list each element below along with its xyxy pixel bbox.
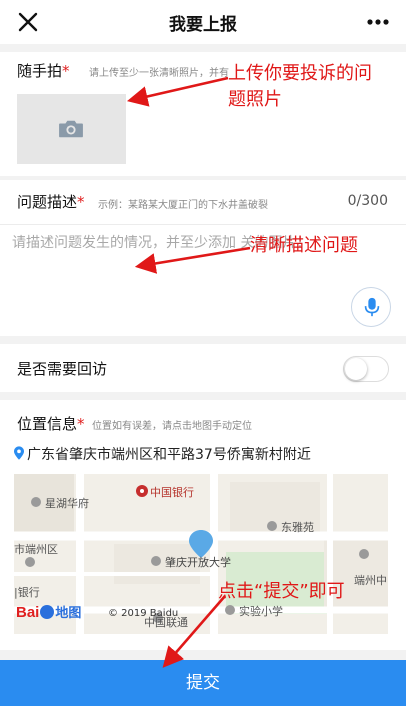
map-label-shiyan: 实验小学: [239, 605, 283, 618]
description-section: 问题描述* 示例：某路某大厦正门的下水井盖破裂: [0, 180, 406, 336]
address-line[interactable]: 广东省肇庆市端州区和平路37号侨寓新村附近: [14, 444, 311, 464]
location-pin-icon: [14, 446, 24, 460]
map-label-xinghu: 星湖华府: [45, 497, 89, 510]
photo-hint: 请上传至少一张清晰照片，并有: [89, 68, 229, 79]
location-hint: 位置如有误差，请点击地图手动定位: [92, 421, 252, 432]
baidu-logo: Bai 地图: [16, 604, 82, 621]
submit-button[interactable]: 提交: [0, 660, 406, 706]
photo-upload-button[interactable]: [17, 94, 126, 164]
address-text: 广东省肇庆市端州区和平路37号侨寓新村附近: [27, 447, 311, 463]
top-bar: 我要上报: [0, 0, 406, 44]
annotation-description: 清晰描述问题: [250, 235, 358, 256]
toggle-knob: [345, 358, 367, 380]
annotation-photo: 上传你要投诉的问: [228, 63, 372, 84]
photo-label: 随手拍*: [17, 62, 70, 80]
page-title: 我要上报: [169, 15, 237, 35]
map-label-dongya: 东雅苑: [281, 521, 314, 534]
more-icon[interactable]: [364, 8, 392, 36]
description-example: 示例：某路某大厦正门的下水井盖破裂: [98, 200, 268, 211]
voice-input-button[interactable]: [351, 287, 391, 327]
divider: [0, 224, 406, 225]
callback-label: 是否需要回访: [17, 360, 108, 378]
description-label: 问题描述*: [17, 193, 85, 211]
map-copyright: © 2019 Baidu: [108, 608, 179, 619]
microphone-icon: [364, 297, 380, 317]
map-label-bank: |银行: [14, 586, 40, 599]
map-label-boc: 中国银行: [150, 486, 194, 499]
char-counter: 0/300: [347, 193, 388, 209]
annotation-submit: 点击“提交”即可: [218, 581, 345, 602]
map-label-district: 市端州区: [14, 543, 58, 556]
map-view[interactable]: 中国银行 星湖华府 东雅苑 市端州区 肇庆开放大学 |银行 实验小学 端州中 中…: [14, 474, 388, 634]
annotation-photo-line2: 题照片: [228, 89, 282, 110]
camera-icon: [59, 120, 83, 138]
map-label-duanzhou-mid: 端州中: [354, 574, 387, 587]
map-label-zqu: 肇庆开放大学: [165, 556, 231, 569]
callback-toggle[interactable]: [343, 356, 389, 382]
location-label: 位置信息*: [17, 415, 85, 433]
